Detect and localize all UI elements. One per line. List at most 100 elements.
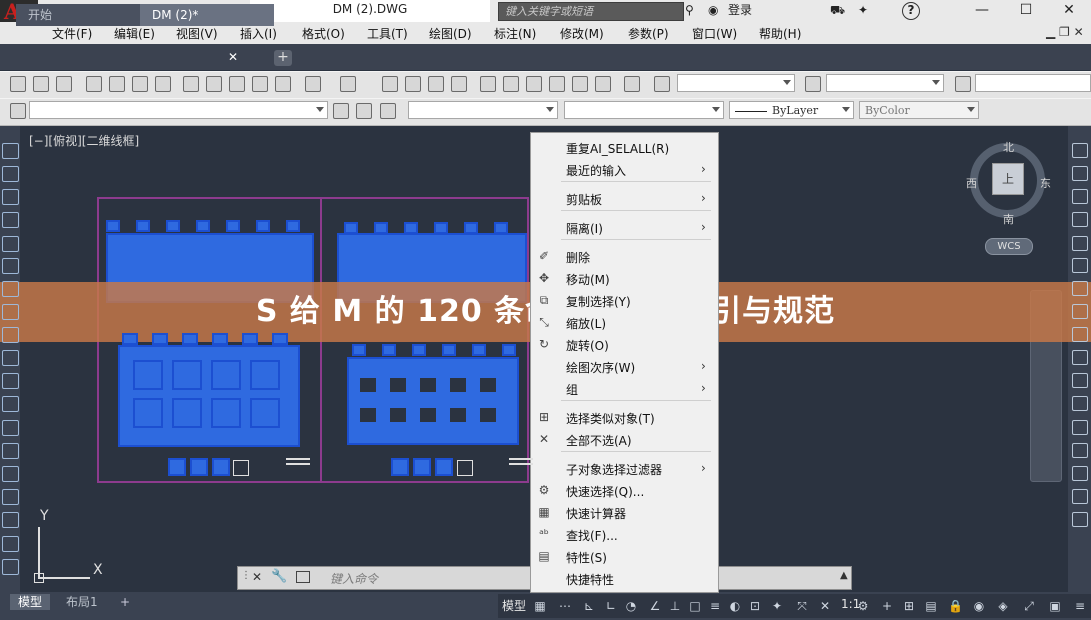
menubar-window-controls[interactable]: ▁ ❐ ✕	[1046, 25, 1084, 39]
toolbar-publish-icon[interactable]	[132, 76, 148, 92]
workspace-icon[interactable]: ⚙	[856, 599, 870, 613]
tab-model[interactable]: 模型	[10, 594, 51, 610]
dynamic-ucs-icon[interactable]: ⤧	[795, 599, 809, 613]
context-menu-item[interactable]: 最近的输入 ›	[531, 161, 716, 179]
context-menu-item[interactable]: 子对象选择过滤器 ›	[531, 460, 716, 478]
draw-tool-4-icon[interactable]	[2, 212, 19, 228]
selection-cycling-icon[interactable]: ⊡	[748, 599, 762, 613]
toolbar-paste-icon[interactable]	[229, 76, 245, 92]
hardware-acceleration-icon[interactable]: ◈	[996, 599, 1010, 613]
small-equipment-block[interactable]	[412, 344, 426, 356]
transparency-icon[interactable]: ◐	[728, 599, 742, 613]
viewport-controls[interactable]: [−][俯视][二维线框]	[29, 132, 139, 149]
command-input[interactable]: 键入命令	[330, 570, 378, 587]
toolbar-open-icon[interactable]	[33, 76, 49, 92]
layer-previous-icon[interactable]	[356, 103, 372, 119]
add-layout-button[interactable]: +	[112, 594, 138, 610]
toolbar-zoom-window-icon[interactable]	[428, 76, 444, 92]
small-equipment-block[interactable]	[382, 344, 396, 356]
small-equipment-block[interactable]	[344, 222, 358, 234]
context-menu-item[interactable]: ✕ 全部不选(A)	[531, 431, 716, 449]
close-button[interactable]: ✕	[1047, 0, 1091, 22]
small-equipment-block[interactable]	[212, 333, 228, 345]
context-menu-item[interactable]: ᵃᵇ 查找(F)...	[531, 526, 716, 544]
draw-tool-10-icon[interactable]	[2, 350, 19, 366]
small-equipment-block[interactable]	[226, 220, 240, 232]
cmd-prompt-icon[interactable]	[296, 571, 310, 583]
annotation-visibility-icon[interactable]: ✕	[818, 599, 832, 613]
modify-tool-1-icon[interactable]	[1072, 143, 1088, 158]
small-equipment-block[interactable]	[286, 220, 300, 232]
modify-tool-6-icon[interactable]	[1072, 258, 1088, 273]
lineweight-icon[interactable]: ≡	[708, 599, 722, 613]
toolbar-undo-icon[interactable]	[305, 76, 321, 92]
toolbar-plot-icon[interactable]	[86, 76, 102, 92]
minimize-button[interactable]: —	[960, 0, 1004, 22]
help-icon[interactable]: ?	[902, 2, 920, 20]
modify-tool-7-icon[interactable]	[1072, 281, 1088, 296]
quick-properties-icon[interactable]: ▤	[924, 599, 938, 613]
cart-icon[interactable]: ⛟	[830, 2, 845, 19]
draw-tool-15-icon[interactable]	[2, 466, 19, 482]
tab-layout1[interactable]: 布局1	[58, 594, 106, 610]
draw-tool-18-icon[interactable]	[2, 536, 19, 552]
modify-tool-3-icon[interactable]	[1072, 189, 1088, 204]
context-menu-item[interactable]: ▦ 快速计算器	[531, 504, 716, 522]
toolbar-redo-icon[interactable]	[340, 76, 356, 92]
small-equipment-block[interactable]	[182, 333, 198, 345]
toolbar-copy-icon[interactable]	[206, 76, 222, 92]
menu-format[interactable]: 格式(O)	[302, 25, 345, 42]
context-menu-item[interactable]: ✐ 删除	[531, 248, 716, 266]
otrack-icon[interactable]: ⊥	[668, 599, 682, 613]
3d-osnap-icon[interactable]: ✦	[770, 599, 784, 613]
small-equipment-block[interactable]	[106, 220, 120, 232]
toolbar-dim-style-icon[interactable]	[805, 76, 821, 92]
color-combo[interactable]	[564, 101, 724, 119]
menu-modify[interactable]: 修改(M)	[560, 25, 604, 42]
small-equipment-block[interactable]	[472, 344, 486, 356]
draw-tool-6-icon[interactable]	[2, 258, 19, 274]
draw-tool-3-icon[interactable]	[2, 189, 19, 205]
layer-combo[interactable]	[29, 101, 328, 119]
modify-tool-15-icon[interactable]	[1072, 466, 1088, 481]
isodraft-icon[interactable]: ∠	[648, 599, 662, 613]
viewcube-top-face[interactable]: 上	[992, 163, 1024, 195]
draw-tool-5-icon[interactable]	[2, 236, 19, 252]
context-menu-item[interactable]: ✥ 移动(M)	[531, 270, 716, 288]
annotation-monitor-icon[interactable]: +	[880, 599, 894, 613]
menu-insert[interactable]: 插入(I)	[240, 25, 277, 42]
tab-document[interactable]: DM (2)*	[140, 4, 274, 26]
new-tab-button[interactable]: +	[274, 50, 292, 66]
draw-tool-17-icon[interactable]	[2, 512, 19, 528]
draw-tool-7-icon[interactable]	[2, 281, 19, 297]
text-style-combo[interactable]	[677, 74, 795, 92]
plotstyle-combo[interactable]: ByColor	[859, 101, 979, 119]
menu-tools[interactable]: 工具(T)	[367, 25, 408, 42]
menu-parametric[interactable]: 参数(P)	[628, 25, 669, 42]
exchange-icon[interactable]: ✦	[858, 2, 868, 19]
empty-block-outline[interactable]	[457, 460, 473, 476]
toolbar-match-icon[interactable]	[252, 76, 268, 92]
small-equipment-block[interactable]	[434, 222, 448, 234]
viewcube-north[interactable]: 北	[1003, 139, 1014, 155]
context-menu-item[interactable]: 绘图次序(W) ›	[531, 358, 716, 376]
small-equipment-block[interactable]	[122, 333, 138, 345]
modify-tool-12-icon[interactable]	[1072, 396, 1088, 411]
small-equipment-block[interactable]	[352, 344, 366, 356]
modify-tool-13-icon[interactable]	[1072, 420, 1088, 435]
modify-tool-8-icon[interactable]	[1072, 304, 1088, 319]
login-link[interactable]: 登录	[728, 2, 752, 19]
search-input[interactable]: 键入关键字或短语	[498, 2, 684, 21]
small-equipment-block[interactable]	[391, 458, 409, 476]
cmd-customize-icon[interactable]: 🔧	[271, 569, 287, 584]
toolbar-zoom-previous-icon[interactable]	[451, 76, 467, 92]
maximize-button[interactable]: ☐	[1004, 0, 1048, 22]
osnap-icon[interactable]: □	[688, 599, 702, 613]
toolbar-save-icon[interactable]	[56, 76, 72, 92]
small-equipment-block[interactable]	[442, 344, 456, 356]
toolbar-help-icon[interactable]	[624, 76, 640, 92]
empty-block-outline[interactable]	[233, 460, 249, 476]
customize-icon[interactable]: ≡	[1073, 599, 1087, 613]
menu-file[interactable]: 文件(F)	[52, 25, 92, 42]
infer-icon[interactable]: ⊾	[582, 599, 596, 613]
